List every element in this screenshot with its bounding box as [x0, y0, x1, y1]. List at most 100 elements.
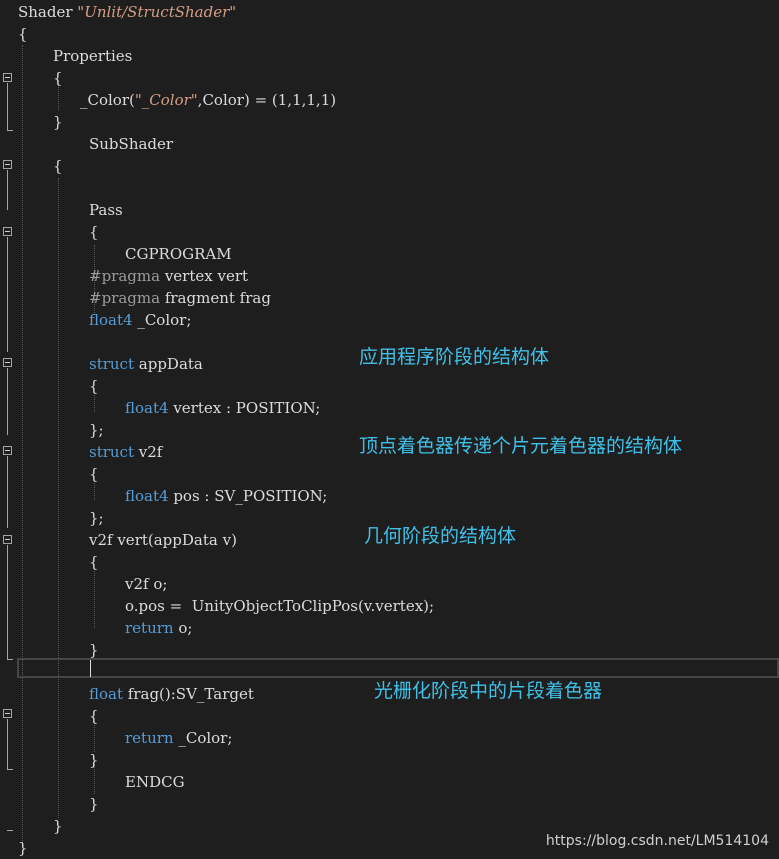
code-text: };	[89, 419, 104, 441]
code-token: struct	[89, 443, 134, 461]
code-text: v2f vert(appData v)	[89, 529, 237, 551]
code-token: _Color(	[80, 91, 135, 109]
code-text: {	[89, 705, 99, 727]
code-text: Properties	[53, 45, 132, 67]
code-token: {	[89, 223, 99, 241]
code-token: "_Color"	[134, 91, 198, 109]
code-text: };	[89, 507, 104, 529]
code-text: {	[53, 155, 63, 177]
text-caret	[90, 660, 91, 677]
code-text: float4 pos : SV_POSITION;	[125, 485, 327, 507]
code-token: }	[89, 641, 99, 659]
code-line[interactable]: o.pos = UnityObjectToClipPos(v.vertex);	[0, 595, 779, 617]
code-text: return o;	[125, 617, 192, 639]
code-token: };	[89, 509, 104, 527]
code-line[interactable]	[0, 177, 779, 199]
code-text: float4 vertex : POSITION;	[125, 397, 320, 419]
code-text: }	[89, 793, 99, 815]
code-text: struct appData	[89, 353, 203, 375]
code-token: o;	[173, 619, 193, 637]
code-token: pos : SV_POSITION;	[168, 487, 328, 505]
code-token: {	[53, 69, 63, 87]
code-text: o.pos = UnityObjectToClipPos(v.vertex);	[125, 595, 434, 617]
code-line[interactable]: {	[0, 551, 779, 573]
code-token: }	[53, 113, 63, 131]
code-line[interactable]: {	[0, 463, 779, 485]
code-token: {	[89, 377, 99, 395]
code-line[interactable]: #pragma vertex vert	[0, 265, 779, 287]
code-line[interactable]: Pass	[0, 199, 779, 221]
code-line[interactable]: _Color("_Color",Color) = (1,1,1,1)	[0, 89, 779, 111]
code-token: {	[89, 553, 99, 571]
code-token: vertex vert	[160, 267, 249, 285]
code-text: {	[53, 67, 63, 89]
watermark: https://blog.csdn.net/LM514104	[545, 833, 769, 849]
code-line[interactable]: {	[0, 23, 779, 45]
code-text: {	[89, 463, 99, 485]
code-line[interactable]: return o;	[0, 617, 779, 639]
code-line[interactable]: return _Color;	[0, 727, 779, 749]
code-text: #pragma vertex vert	[89, 265, 248, 287]
code-line[interactable]: }	[0, 111, 779, 133]
code-text: Pass	[89, 199, 123, 221]
code-line[interactable]: {	[0, 221, 779, 243]
code-line[interactable]: float4 _Color;	[0, 309, 779, 331]
code-token: float4	[125, 487, 169, 505]
code-line[interactable]: {	[0, 67, 779, 89]
code-line[interactable]: }	[0, 793, 779, 815]
code-line[interactable]: {	[0, 155, 779, 177]
code-line[interactable]: float4 pos : SV_POSITION;	[0, 485, 779, 507]
code-line[interactable]: #pragma fragment frag	[0, 287, 779, 309]
code-text: {	[89, 551, 99, 573]
code-token: float4	[125, 399, 169, 417]
code-token: #pragma	[89, 267, 161, 285]
code-token: _Color;	[132, 311, 192, 329]
code-line[interactable]: {	[0, 375, 779, 397]
code-text: float frag():SV_Target	[89, 683, 254, 705]
code-line[interactable]: {	[0, 705, 779, 727]
code-text: Shader "Unlit/StructShader"	[18, 1, 236, 23]
code-line[interactable]: v2f o;	[0, 573, 779, 595]
code-line[interactable]: Properties	[0, 45, 779, 67]
code-text: {	[18, 23, 28, 45]
code-token: v2f	[134, 443, 163, 461]
code-token: CGPROGRAM	[125, 245, 232, 263]
code-token: }	[89, 751, 99, 769]
code-line[interactable]: ENDCG	[0, 771, 779, 793]
code-line[interactable]: }	[0, 639, 779, 661]
code-token: {	[18, 25, 28, 43]
code-text: return _Color;	[125, 727, 232, 749]
code-token: ENDCG	[125, 773, 185, 791]
code-text: struct v2f	[89, 441, 162, 463]
code-token: }	[89, 795, 99, 813]
code-line[interactable]: }	[0, 749, 779, 771]
code-text: }	[89, 749, 99, 771]
code-token: float4	[89, 311, 133, 329]
code-text: _Color("_Color",Color) = (1,1,1,1)	[80, 89, 336, 111]
code-text: {	[89, 375, 99, 397]
code-text: SubShader	[89, 133, 173, 155]
code-token: Shader	[18, 3, 78, 21]
code-token: Pass	[89, 201, 123, 219]
code-token: appData	[134, 355, 203, 373]
annotation-app-stage: 应用程序阶段的结构体	[359, 346, 550, 368]
code-token: frag():SV_Target	[123, 685, 254, 703]
code-line[interactable]: CGPROGRAM	[0, 243, 779, 265]
code-line[interactable]: Shader "Unlit/StructShader"	[0, 1, 779, 23]
code-token: {	[89, 707, 99, 725]
code-text: }	[89, 639, 99, 661]
code-token: };	[89, 421, 104, 439]
code-token: SubShader	[89, 135, 174, 153]
code-token: struct	[89, 355, 134, 373]
code-line[interactable]: SubShader	[0, 133, 779, 155]
code-token: vertex : POSITION;	[168, 399, 321, 417]
code-text: {	[89, 221, 99, 243]
code-text: CGPROGRAM	[125, 243, 232, 265]
code-token: #pragma	[89, 289, 161, 307]
code-token: float	[89, 685, 124, 703]
code-token: fragment frag	[160, 289, 271, 307]
code-token: {	[89, 465, 99, 483]
code-line[interactable]: float4 vertex : POSITION;	[0, 397, 779, 419]
code-editor[interactable]: Shader "Unlit/StructShader" { Properties { _…	[0, 0, 779, 859]
code-text: }	[53, 815, 63, 837]
